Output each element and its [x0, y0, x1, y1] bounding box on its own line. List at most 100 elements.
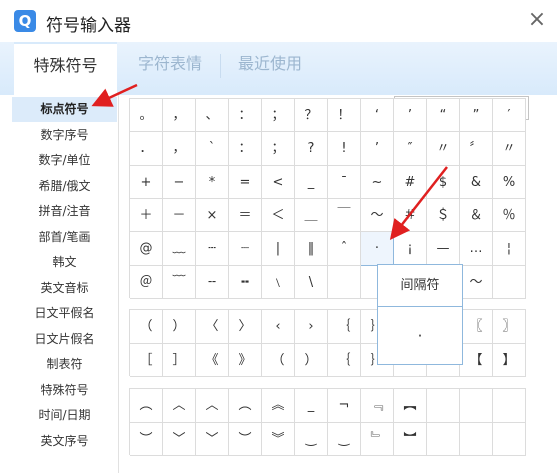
symbol-cell[interactable]: ﹨ [262, 265, 295, 299]
sidebar-item-english-ordinals[interactable]: 英文序号 [12, 429, 117, 454]
symbol-cell[interactable]: ［ [130, 343, 163, 377]
symbol-cell[interactable]: ︾ [262, 422, 295, 456]
symbol-cell[interactable]: ＆ [460, 199, 493, 233]
symbol-cell[interactable]: （ [262, 343, 295, 377]
symbol-cell[interactable] [493, 389, 526, 423]
symbol-cell[interactable]: 】 [493, 343, 526, 377]
symbol-cell[interactable]: ┄ [196, 232, 229, 266]
symbol-cell[interactable] [460, 422, 493, 456]
symbol-cell[interactable]: 〖 [460, 310, 493, 344]
symbol-cell[interactable]: 〉 [229, 310, 262, 344]
symbol-cell[interactable]: ﹀ [163, 422, 196, 456]
symbol-cell[interactable]: ’ [361, 132, 394, 166]
sidebar-item-pinyin-zhuyin[interactable]: 拼音/注音 [12, 199, 117, 224]
symbol-cell[interactable]: ` [196, 132, 229, 166]
symbol-cell[interactable]: ˆ [328, 232, 361, 266]
symbol-cell[interactable]: _ [295, 389, 328, 423]
symbol-cell[interactable]: ， [163, 132, 196, 166]
symbol-cell[interactable]: ～ [361, 199, 394, 233]
symbol-cell[interactable]: — [427, 232, 460, 266]
symbol-cell[interactable]: ″ [394, 132, 427, 166]
symbol-cell[interactable]: 、 [196, 99, 229, 133]
sidebar-item-punctuation[interactable]: 标点符号 [12, 97, 117, 122]
symbol-cell[interactable]: ﹏ [163, 232, 196, 266]
symbol-cell[interactable]: 〞 [460, 132, 493, 166]
symbol-cell[interactable]: 。 [130, 99, 163, 133]
sidebar-item-numbers-units[interactable]: 数字/单位 [12, 148, 117, 173]
symbol-cell[interactable]: 〈 [196, 310, 229, 344]
sidebar-item-english-phonetics[interactable]: 英文音标 [12, 276, 117, 301]
symbol-cell[interactable]: ） [163, 310, 196, 344]
symbol-cell[interactable]: ︻ [394, 389, 427, 423]
symbol-cell[interactable]: ＜ [262, 199, 295, 233]
sidebar-item-time-date[interactable]: 时间/日期 [12, 403, 117, 428]
close-button[interactable]: × [526, 9, 548, 31]
sidebar-item-korean[interactable]: 韩文 [12, 250, 117, 275]
symbol-cell[interactable]: ︽ [262, 389, 295, 423]
symbol-cell[interactable]: 〗 [493, 310, 526, 344]
sidebar-item-greek-russian[interactable]: 希腊/俄文 [12, 174, 117, 199]
symbol-cell[interactable]: ¬ [328, 389, 361, 423]
symbol-cell[interactable]: ﹀ [196, 422, 229, 456]
symbol-cell[interactable]: ! [328, 132, 361, 166]
symbol-cell[interactable]: ： [229, 99, 262, 133]
symbol-cell[interactable] [328, 265, 361, 299]
symbol-cell[interactable]: ： [229, 132, 262, 166]
symbol-cell[interactable]: % [493, 165, 526, 199]
symbol-cell[interactable]: ＝ [229, 199, 262, 233]
symbol-cell[interactable] [493, 265, 526, 299]
symbol-cell[interactable]: ， [163, 99, 196, 133]
symbol-cell[interactable]: ¡ [394, 232, 427, 266]
symbol-cell[interactable]: ︵ [229, 389, 262, 423]
symbol-cell[interactable]: ︿ [163, 389, 196, 423]
symbol-cell[interactable]: ？ [295, 99, 328, 133]
symbol-cell[interactable]: ︶ [229, 422, 262, 456]
symbol-cell[interactable]: ¯ [328, 165, 361, 199]
symbol-cell[interactable]: < [262, 165, 295, 199]
symbol-cell[interactable]: ′ [493, 99, 526, 133]
symbol-cell[interactable]: ‘ [361, 99, 394, 133]
symbol-cell[interactable]: ＿ [295, 199, 328, 233]
symbol-cell[interactable]: $ [427, 165, 460, 199]
symbol-cell[interactable]: # [394, 165, 427, 199]
symbol-cell[interactable]: ﹃ [361, 389, 394, 423]
symbol-cell[interactable]: + [130, 165, 163, 199]
symbol-cell[interactable]: ｛ [328, 343, 361, 377]
symbol-cell[interactable]: 〃 [493, 132, 526, 166]
symbol-cell[interactable]: ＋ [130, 199, 163, 233]
symbol-cell[interactable]: & [460, 165, 493, 199]
symbol-cell[interactable]: ＄ [427, 199, 460, 233]
sidebar-item-box-drawing[interactable]: 制表符 [12, 352, 117, 377]
symbol-cell[interactable]: 《 [196, 343, 229, 377]
symbol-cell[interactable]: … [460, 232, 493, 266]
symbol-cell[interactable]: ． [130, 132, 163, 166]
symbol-cell[interactable]: = [229, 165, 262, 199]
tab-special-symbols[interactable]: 特殊符号 [14, 42, 117, 95]
symbol-cell[interactable]: ” [460, 99, 493, 133]
symbol-cell[interactable]: “ [427, 99, 460, 133]
symbol-cell[interactable]: ！ [328, 99, 361, 133]
sidebar-item-number-ordinals[interactable]: 数字序号 [12, 123, 117, 148]
symbol-cell[interactable]: ﹄ [361, 422, 394, 456]
symbol-cell[interactable]: （ [130, 310, 163, 344]
symbol-cell[interactable] [427, 422, 460, 456]
symbol-cell[interactable]: · [361, 232, 394, 266]
symbol-cell[interactable]: _ [295, 165, 328, 199]
tab-emoticons[interactable]: 字符表情 [124, 42, 216, 95]
symbol-cell[interactable]: ＠ [130, 265, 163, 299]
symbol-cell[interactable]: ¦ [493, 232, 526, 266]
symbol-cell[interactable] [427, 389, 460, 423]
symbol-cell[interactable]: ‿ [295, 422, 328, 456]
symbol-cell[interactable]: ～ [460, 265, 493, 299]
tab-recent[interactable]: 最近使用 [224, 42, 316, 95]
symbol-cell[interactable]: ＃ [394, 199, 427, 233]
symbol-cell[interactable]: ╍ [229, 265, 262, 299]
symbol-cell[interactable]: ~ [361, 165, 394, 199]
symbol-cell[interactable]: ╌ [196, 265, 229, 299]
symbol-cell[interactable]: − [163, 165, 196, 199]
symbol-cell[interactable]: ￣ [328, 199, 361, 233]
symbol-cell[interactable]: ％ [493, 199, 526, 233]
symbol-cell[interactable]: \ [295, 265, 328, 299]
symbol-cell[interactable]: | [262, 232, 295, 266]
symbol-cell[interactable]: ｛ [328, 310, 361, 344]
